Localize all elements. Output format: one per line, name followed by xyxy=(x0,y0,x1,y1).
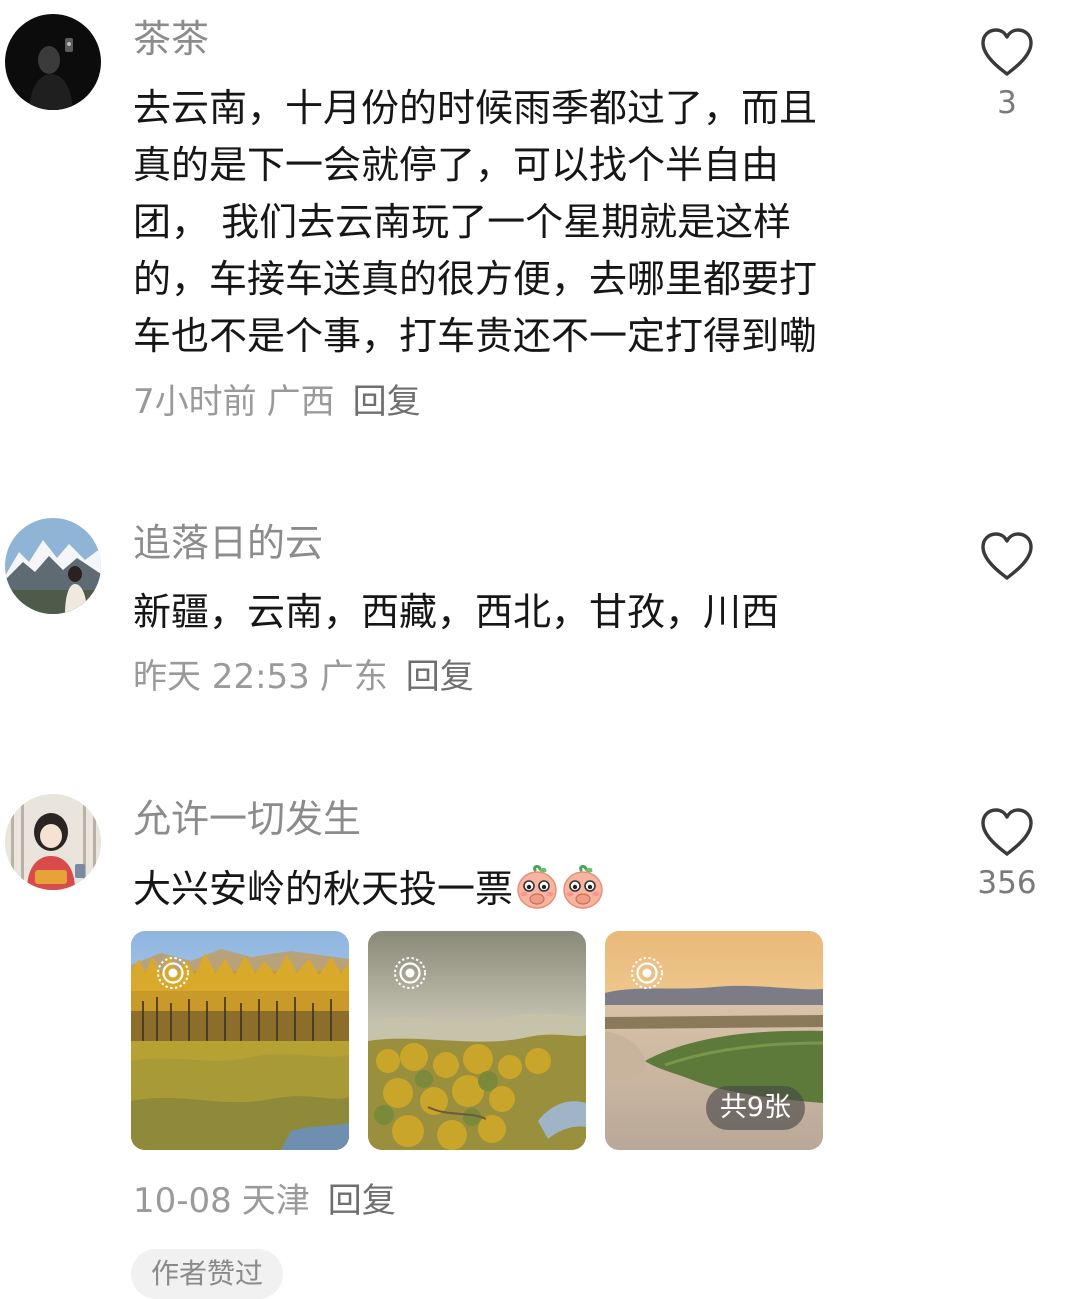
comment-meta: 7小时前 广西 回复 xyxy=(133,382,431,422)
username[interactable]: 茶茶 xyxy=(133,16,209,62)
shy-peach-emoji-icon xyxy=(563,865,603,909)
photo-thumbnail[interactable] xyxy=(368,931,586,1150)
photo-thumbnail[interactable] xyxy=(131,931,349,1150)
shy-peach-emoji-icon xyxy=(517,865,557,909)
username[interactable]: 追落日的云 xyxy=(133,520,323,566)
heart-outline-icon xyxy=(981,532,1033,580)
photo-thumbnail[interactable]: 共9张 xyxy=(605,931,823,1150)
author-liked-badge: 作者赞过 xyxy=(131,1249,284,1299)
comment-meta: 昨天 22:53 广东 回复 xyxy=(133,657,484,697)
comment-text-line: 团， 我们去云南玩了一个星期就是这样 xyxy=(133,200,792,244)
like-button[interactable] xyxy=(966,530,1048,582)
like-count: 3 xyxy=(997,85,1017,121)
timestamp: 昨天 22:53 xyxy=(133,657,310,697)
username[interactable]: 允许一切发生 xyxy=(133,796,361,842)
comment-text: 新疆，云南，西藏，西北，甘孜，川西 xyxy=(133,584,913,641)
comment-text-line: 车也不是个事，打车贵还不一定打得到嘞 xyxy=(133,314,818,358)
heart-outline-icon xyxy=(981,28,1033,76)
location: 广东 xyxy=(319,657,388,697)
comment-text-line: 新疆，云南，西藏，西北，甘孜，川西 xyxy=(133,590,780,634)
location: 天津 xyxy=(241,1181,310,1221)
comment-text-line: 大兴安岭的秋天投一票 xyxy=(133,861,913,918)
reply-button[interactable]: 回复 xyxy=(328,1181,396,1221)
comment-text-line: 去云南，十月份的时候雨季都过了，而且 xyxy=(133,86,818,130)
timestamp: 10-08 xyxy=(133,1181,232,1221)
live-photo-icon xyxy=(394,957,426,989)
like-count: 356 xyxy=(977,865,1037,901)
comment-text-line: 的，车接车送真的很方便，去哪里都要打 xyxy=(133,257,818,301)
comment-text-content: 大兴安岭的秋天投一票 xyxy=(133,867,514,911)
reply-button[interactable]: 回复 xyxy=(406,657,474,697)
comment-text: 大兴安岭的秋天投一票 xyxy=(133,861,913,918)
timestamp: 7小时前 xyxy=(133,382,257,422)
live-photo-icon xyxy=(631,957,663,989)
photo-count-badge: 共9张 xyxy=(705,1086,805,1130)
avatar[interactable] xyxy=(5,14,101,110)
heart-outline-icon xyxy=(981,808,1033,856)
reply-button[interactable]: 回复 xyxy=(353,382,421,422)
comment-text: 去云南，十月份的时候雨季都过了，而且 真的是下一会就停了，可以找个半自由 团， … xyxy=(133,80,913,365)
like-button[interactable]: 356 xyxy=(966,806,1048,902)
location: 广西 xyxy=(266,382,335,422)
avatar[interactable] xyxy=(5,518,101,614)
avatar[interactable] xyxy=(5,794,101,890)
live-photo-icon xyxy=(157,957,189,989)
comment-meta: 10-08 天津 回复 xyxy=(133,1181,406,1221)
like-button[interactable]: 3 xyxy=(966,26,1048,122)
comment-text-line: 真的是下一会就停了，可以找个半自由 xyxy=(133,143,780,187)
